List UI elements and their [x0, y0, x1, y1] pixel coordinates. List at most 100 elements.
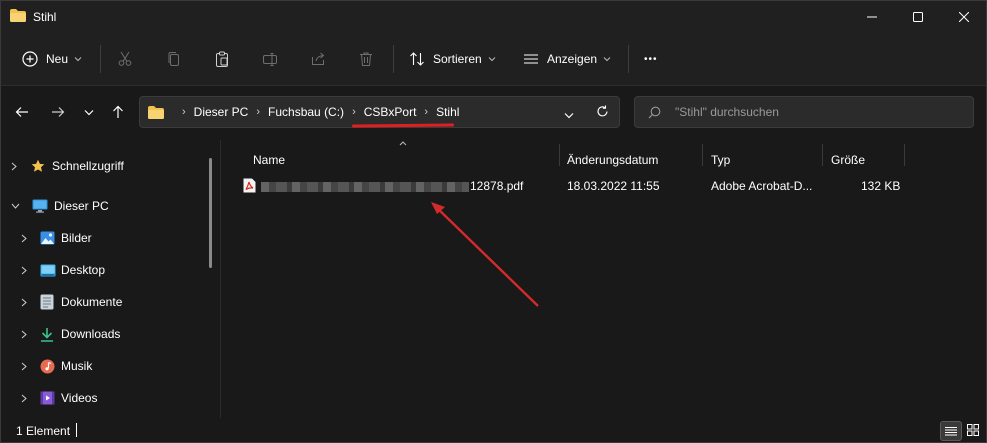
sidebar-item-label: Videos	[61, 391, 98, 405]
command-bar: Neu Sortieren Anzeigen •••	[1, 33, 986, 86]
chevron-down-icon	[564, 113, 574, 119]
sort-ascending-icon	[399, 141, 407, 146]
search-icon	[648, 106, 661, 119]
sort-button[interactable]: Sortieren	[409, 43, 496, 75]
recent-locations-button[interactable]	[75, 98, 103, 126]
documents-icon	[40, 294, 54, 310]
chevron-down-icon	[84, 109, 94, 115]
column-header-label: Name	[253, 153, 286, 167]
chevron-right-icon	[21, 362, 27, 370]
chevron-right-icon: ›	[256, 106, 261, 118]
view-button[interactable]: Anzeigen	[523, 43, 611, 75]
file-date: 18.03.2022 11:55	[567, 179, 660, 193]
toolbar-divider	[393, 45, 394, 73]
minimize-button[interactable]	[849, 1, 895, 33]
share-button[interactable]	[310, 43, 326, 75]
column-divider[interactable]	[559, 144, 560, 166]
breadcrumb-item-drive[interactable]: Fuchsbau (C:)	[268, 105, 344, 119]
sidebar-item-downloads[interactable]: Downloads	[21, 322, 120, 346]
refresh-icon	[597, 105, 608, 117]
close-button[interactable]	[941, 1, 987, 33]
chevron-down-icon	[488, 57, 496, 62]
sidebar-item-documents[interactable]: Dokumente	[21, 290, 122, 314]
up-button[interactable]	[104, 98, 132, 126]
sidebar-item-music[interactable]: Musik	[21, 354, 92, 378]
tiles-view-button[interactable]	[963, 421, 983, 439]
minimize-icon	[867, 16, 877, 18]
sidebar-item-pictures[interactable]: Bilder	[21, 226, 92, 250]
copy-button[interactable]	[166, 43, 182, 75]
chevron-right-icon: ›	[424, 106, 429, 118]
chevron-down-icon	[74, 57, 82, 62]
column-header-name[interactable]: Name	[253, 146, 285, 174]
breadcrumb-item-this-pc[interactable]: Dieser PC	[194, 105, 249, 119]
rename-button[interactable]	[262, 43, 278, 75]
chevron-right-icon	[21, 234, 27, 242]
desktop-icon	[40, 264, 56, 276]
music-icon	[40, 359, 55, 373]
column-header-label: Typ	[711, 153, 731, 167]
more-icon: •••	[644, 53, 658, 65]
folder-icon	[148, 105, 164, 119]
nav-scrollbar-thumb[interactable]	[209, 158, 212, 268]
refresh-button[interactable]	[596, 105, 609, 121]
item-count: 1 Element	[16, 424, 71, 438]
sidebar-item-desktop[interactable]: Desktop	[21, 258, 105, 282]
sidebar-item-this-pc[interactable]: Dieser PC	[11, 194, 109, 218]
maximize-button[interactable]	[895, 1, 941, 33]
address-history-button[interactable]	[564, 108, 574, 122]
toolbar-divider	[100, 45, 101, 73]
forward-button[interactable]	[44, 98, 72, 126]
sidebar-item-label: Dokumente	[61, 295, 123, 309]
cut-button[interactable]	[117, 43, 133, 75]
monitor-icon	[32, 199, 48, 213]
delete-button[interactable]	[358, 43, 374, 75]
title-bar: Stihl	[1, 1, 986, 33]
column-header-date[interactable]: Änderungsdatum	[567, 146, 658, 174]
scissors-icon	[118, 51, 132, 66]
search-placeholder: "Stihl" durchsuchen	[675, 105, 779, 119]
column-header-type[interactable]: Typ	[711, 146, 730, 174]
breadcrumb: › Dieser PC › Fuchsbau (C:) › CSBxPort ›…	[148, 97, 459, 127]
chevron-right-icon	[21, 330, 27, 338]
sidebar-item-quick-access[interactable]: Schnellzugriff	[11, 154, 124, 178]
breadcrumb-item-stihl[interactable]: Stihl	[436, 105, 459, 119]
column-header-label: Größe	[831, 153, 866, 167]
details-view-icon	[945, 426, 957, 435]
back-button[interactable]	[8, 98, 36, 126]
address-row: › Dieser PC › Fuchsbau (C:) › CSBxPort ›…	[1, 86, 986, 140]
table-row[interactable]: 12878.pdf 18.03.2022 11:55 Adobe Acrobat…	[237, 174, 917, 198]
chevron-right-icon	[11, 162, 17, 170]
column-divider[interactable]	[822, 144, 823, 166]
more-options-button[interactable]: •••	[644, 43, 658, 75]
maximize-icon	[913, 12, 923, 22]
paste-button[interactable]	[214, 43, 230, 75]
pictures-icon	[40, 231, 55, 245]
download-icon	[41, 327, 53, 342]
sidebar-item-videos[interactable]: Videos	[21, 386, 97, 410]
sidebar-item-label: Schnellzugriff	[52, 159, 124, 173]
trash-icon	[360, 52, 372, 66]
column-divider[interactable]	[904, 144, 905, 166]
sidebar-item-label: Dieser PC	[54, 199, 109, 213]
plus-circle-icon	[22, 51, 38, 67]
view-list-icon	[524, 54, 538, 64]
chevron-right-icon	[21, 266, 27, 274]
status-bar: 1 Element	[1, 418, 986, 442]
chevron-right-icon: ›	[352, 106, 356, 118]
address-bar[interactable]: › Dieser PC › Fuchsbau (C:) › CSBxPort ›…	[139, 96, 620, 128]
column-divider[interactable]	[702, 144, 703, 166]
close-icon	[959, 12, 969, 22]
sort-icon	[410, 52, 424, 66]
chevron-right-icon	[21, 298, 27, 306]
folder-icon	[10, 9, 26, 22]
chevron-right-icon	[21, 394, 27, 402]
sidebar-item-label: Desktop	[61, 263, 106, 277]
window-title: Stihl	[33, 10, 57, 24]
arrow-right-icon	[52, 107, 65, 117]
column-header-size[interactable]: Größe	[831, 146, 865, 174]
search-box[interactable]: "Stihl" durchsuchen	[634, 96, 974, 128]
details-view-button[interactable]	[940, 421, 962, 441]
breadcrumb-item-csbxport[interactable]: CSBxPort	[364, 105, 417, 119]
new-button[interactable]: Neu	[22, 43, 82, 75]
